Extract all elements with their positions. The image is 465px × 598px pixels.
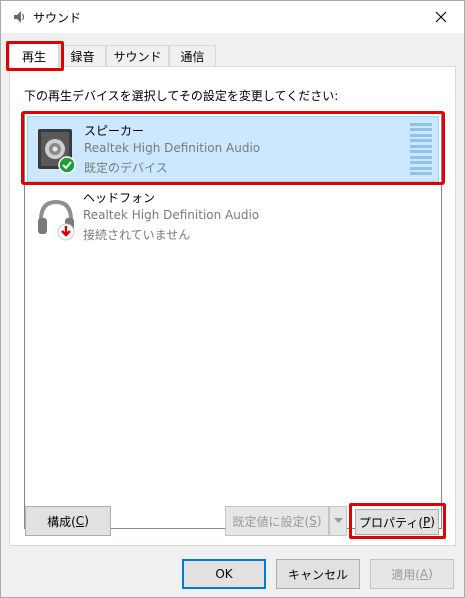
device-status: 接続されていません (83, 228, 191, 242)
device-name: ヘッドフォン (83, 191, 156, 205)
set-default-button[interactable]: 既定値に設定(S) (225, 506, 329, 536)
close-icon (435, 11, 447, 23)
device-list[interactable]: スピーカー Realtek High Definition Audio 既定のデ… (24, 111, 442, 529)
speaker-icon (14, 11, 25, 23)
set-default-button-end: ) (316, 514, 322, 528)
tab-playback[interactable]: 再生 (9, 43, 59, 68)
volume-level-meter (410, 123, 432, 175)
properties-button[interactable]: プロパティ(P) (355, 509, 439, 535)
configure-button-end: ) (84, 514, 89, 528)
device-name: スピーカー (84, 124, 145, 138)
apply-button[interactable]: 適用(A) (370, 559, 454, 589)
device-driver: Realtek High Definition Audio (84, 141, 261, 155)
green-check-icon (58, 156, 76, 174)
chevron-down-icon (333, 518, 343, 523)
properties-button-label: プロパティ( (359, 515, 424, 530)
apply-button-key: A (419, 567, 429, 581)
instruction-text: 下の再生デバイスを選択してその設定を変更してください: (24, 89, 339, 103)
configure-button-key: C (75, 514, 85, 528)
configure-button-label: 構成( (47, 514, 76, 529)
properties-button-end: ) (430, 515, 435, 529)
cancel-button[interactable]: キャンセル (276, 559, 360, 589)
device-speakers[interactable]: スピーカー Realtek High Definition Audio 既定のデ… (27, 116, 439, 182)
playback-panel: 下の再生デバイスを選択してその設定を変更してください: スピーカー Realte… (9, 66, 456, 546)
properties-button-key: P (423, 515, 431, 529)
tab-sounds[interactable]: サウンド (106, 45, 169, 67)
speaker-icon (38, 129, 76, 174)
set-default-dropdown-button[interactable] (329, 506, 347, 536)
set-default-button-key: S (309, 514, 317, 528)
window-title: サウンド (33, 11, 82, 25)
tab-recording[interactable]: 録音 (59, 45, 106, 67)
close-button[interactable] (418, 1, 464, 33)
device-driver: Realtek High Definition Audio (83, 208, 260, 222)
sound-dialog: サウンド 再生 録音 サウンド 通信 下の再生デバイスを選択してその設定を変更し… (0, 0, 465, 598)
device-headphones[interactable]: ヘッドフォン Realtek High Definition Audio 接続さ… (27, 184, 439, 250)
apply-button-label: 適用( (391, 567, 420, 582)
headphones-icon (38, 199, 75, 241)
tab-communications[interactable]: 通信 (169, 45, 216, 67)
device-status: 既定のデバイス (84, 161, 168, 175)
set-default-button-label: 既定値に設定( (232, 514, 310, 529)
title-bar: サウンド (1, 1, 464, 33)
ok-button[interactable]: OK (182, 559, 266, 589)
configure-button[interactable]: 構成(C) (25, 506, 111, 536)
apply-button-end: ) (428, 567, 433, 581)
